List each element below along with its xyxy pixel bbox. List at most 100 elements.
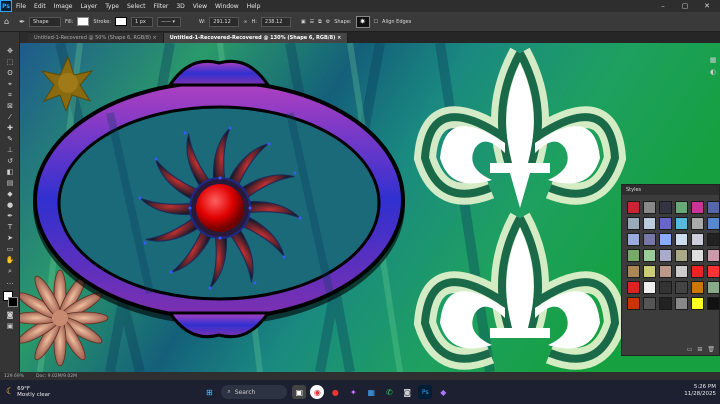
- menu-type[interactable]: Type: [101, 3, 123, 10]
- healing-tool-icon[interactable]: ✚: [3, 123, 17, 133]
- hand-tool-icon[interactable]: ✋: [3, 255, 17, 265]
- stamp-tool-icon[interactable]: ⊥: [3, 145, 17, 155]
- style-swatch[interactable]: [627, 201, 640, 214]
- weather-widget[interactable]: ☾ 69°F Mostly clear: [0, 386, 50, 398]
- path-arrange-icon[interactable]: ⧉: [318, 19, 322, 25]
- menu-help[interactable]: Help: [243, 3, 265, 10]
- move-tool-icon[interactable]: ✥: [3, 46, 17, 56]
- record-app-icon[interactable]: ●: [328, 385, 342, 399]
- task-view-icon[interactable]: ▣: [292, 385, 307, 399]
- canvas[interactable]: [20, 43, 720, 372]
- menu-file[interactable]: File: [12, 3, 30, 10]
- style-swatch[interactable]: [691, 217, 704, 230]
- eyedropper-tool-icon[interactable]: ⁄: [3, 112, 17, 122]
- canvas-artwork[interactable]: [20, 43, 720, 372]
- panel-icon-2[interactable]: ◐: [706, 68, 720, 80]
- style-swatch[interactable]: [643, 249, 656, 262]
- home-icon[interactable]: ⌂: [4, 17, 9, 26]
- lasso-tool-icon[interactable]: ʘ: [3, 68, 17, 78]
- style-swatch[interactable]: [691, 201, 704, 214]
- style-swatch[interactable]: [659, 281, 672, 294]
- style-swatch[interactable]: [643, 265, 656, 278]
- stroke-swatch[interactable]: [114, 17, 127, 26]
- style-swatch[interactable]: [691, 233, 704, 246]
- link-icon[interactable]: ∞: [243, 19, 247, 25]
- style-swatch[interactable]: [691, 265, 704, 278]
- style-swatch[interactable]: [707, 281, 720, 294]
- style-swatch[interactable]: [659, 217, 672, 230]
- brush-tool-icon[interactable]: ✎: [3, 134, 17, 144]
- taskbar-search[interactable]: ⌕ Search: [221, 385, 288, 399]
- zoom-level[interactable]: 129.69%: [4, 374, 24, 379]
- height-field[interactable]: 238.12: [260, 16, 291, 27]
- gradient-tool-icon[interactable]: ▤: [3, 178, 17, 188]
- menu-layer[interactable]: Layer: [76, 3, 101, 10]
- style-swatch[interactable]: [643, 233, 656, 246]
- shape-tool-icon[interactable]: ▭: [3, 244, 17, 254]
- style-swatch[interactable]: [659, 249, 672, 262]
- style-swatch[interactable]: [627, 297, 640, 310]
- pen-tool-icon[interactable]: ✒: [19, 18, 25, 26]
- tool-mode-select[interactable]: Shape: [28, 16, 61, 27]
- new-group-icon[interactable]: ▭: [687, 346, 693, 353]
- style-swatch[interactable]: [691, 297, 704, 310]
- camera-app-icon[interactable]: ◙: [400, 385, 414, 399]
- background-color[interactable]: [8, 297, 18, 307]
- style-swatch[interactable]: [707, 265, 720, 278]
- app-icon-purple[interactable]: ◆: [436, 385, 450, 399]
- path-align-icon[interactable]: ☰: [310, 19, 314, 25]
- minimize-button[interactable]: –: [652, 0, 674, 12]
- stroke-type-select[interactable]: —— ▾: [156, 16, 181, 27]
- menu-window[interactable]: Window: [211, 3, 243, 10]
- delete-style-icon[interactable]: 🗑: [707, 346, 715, 353]
- style-swatch[interactable]: [675, 249, 688, 262]
- style-swatch[interactable]: [627, 233, 640, 246]
- path-ops-icon[interactable]: ▣: [301, 19, 306, 25]
- windows-start-icon[interactable]: ⊞: [202, 385, 216, 399]
- style-swatch[interactable]: [707, 249, 720, 262]
- pen-tool-icon-2[interactable]: ✒: [3, 211, 17, 221]
- style-swatch[interactable]: [675, 217, 688, 230]
- fill-swatch[interactable]: [77, 17, 90, 26]
- menu-3d[interactable]: 3D: [172, 3, 188, 10]
- style-swatch[interactable]: [659, 297, 672, 310]
- color-swatches[interactable]: [0, 291, 20, 309]
- maximize-button[interactable]: ▢: [674, 0, 696, 12]
- tab-document-1[interactable]: Untitled-1-Recovered @ 50% (Shape 6, RGB…: [28, 33, 164, 43]
- style-swatch[interactable]: [627, 265, 640, 278]
- style-swatch[interactable]: [691, 249, 704, 262]
- screen-mode-icon[interactable]: ▣: [3, 321, 17, 331]
- menu-filter[interactable]: Filter: [150, 3, 173, 10]
- style-swatch[interactable]: [627, 249, 640, 262]
- style-swatch[interactable]: [643, 297, 656, 310]
- close-button[interactable]: ✕: [696, 0, 718, 12]
- style-swatch[interactable]: [627, 217, 640, 230]
- menu-edit[interactable]: Edit: [30, 3, 50, 10]
- system-clock[interactable]: 5:26 PM 11/28/2025: [684, 384, 716, 398]
- style-swatch[interactable]: [707, 201, 720, 214]
- style-swatch[interactable]: [675, 297, 688, 310]
- style-swatch[interactable]: [659, 233, 672, 246]
- style-swatch[interactable]: [707, 297, 720, 310]
- shape-picker[interactable]: ✷: [355, 15, 370, 28]
- whatsapp-icon[interactable]: ✆: [382, 385, 396, 399]
- more-tools-icon[interactable]: …: [3, 277, 17, 287]
- dodge-tool-icon[interactable]: ●: [3, 200, 17, 210]
- menu-image[interactable]: Image: [50, 3, 77, 10]
- width-field[interactable]: 291.12: [209, 16, 240, 27]
- chrome-icon[interactable]: ◉: [310, 385, 325, 399]
- menu-view[interactable]: View: [189, 3, 211, 10]
- style-swatch[interactable]: [659, 201, 672, 214]
- style-swatch[interactable]: [675, 265, 688, 278]
- style-swatch[interactable]: [627, 281, 640, 294]
- style-swatch[interactable]: [675, 233, 688, 246]
- align-edges-checkbox[interactable]: ☐: [374, 19, 378, 25]
- style-swatch[interactable]: [643, 281, 656, 294]
- style-swatch[interactable]: [643, 217, 656, 230]
- photoshop-taskbar-icon[interactable]: Ps: [418, 385, 433, 399]
- frame-tool-icon[interactable]: ⊠: [3, 101, 17, 111]
- menu-select[interactable]: Select: [123, 3, 150, 10]
- quick-mask-icon[interactable]: ◙: [3, 310, 17, 320]
- style-swatch[interactable]: [675, 281, 688, 294]
- copilot-icon[interactable]: ✦: [346, 385, 360, 399]
